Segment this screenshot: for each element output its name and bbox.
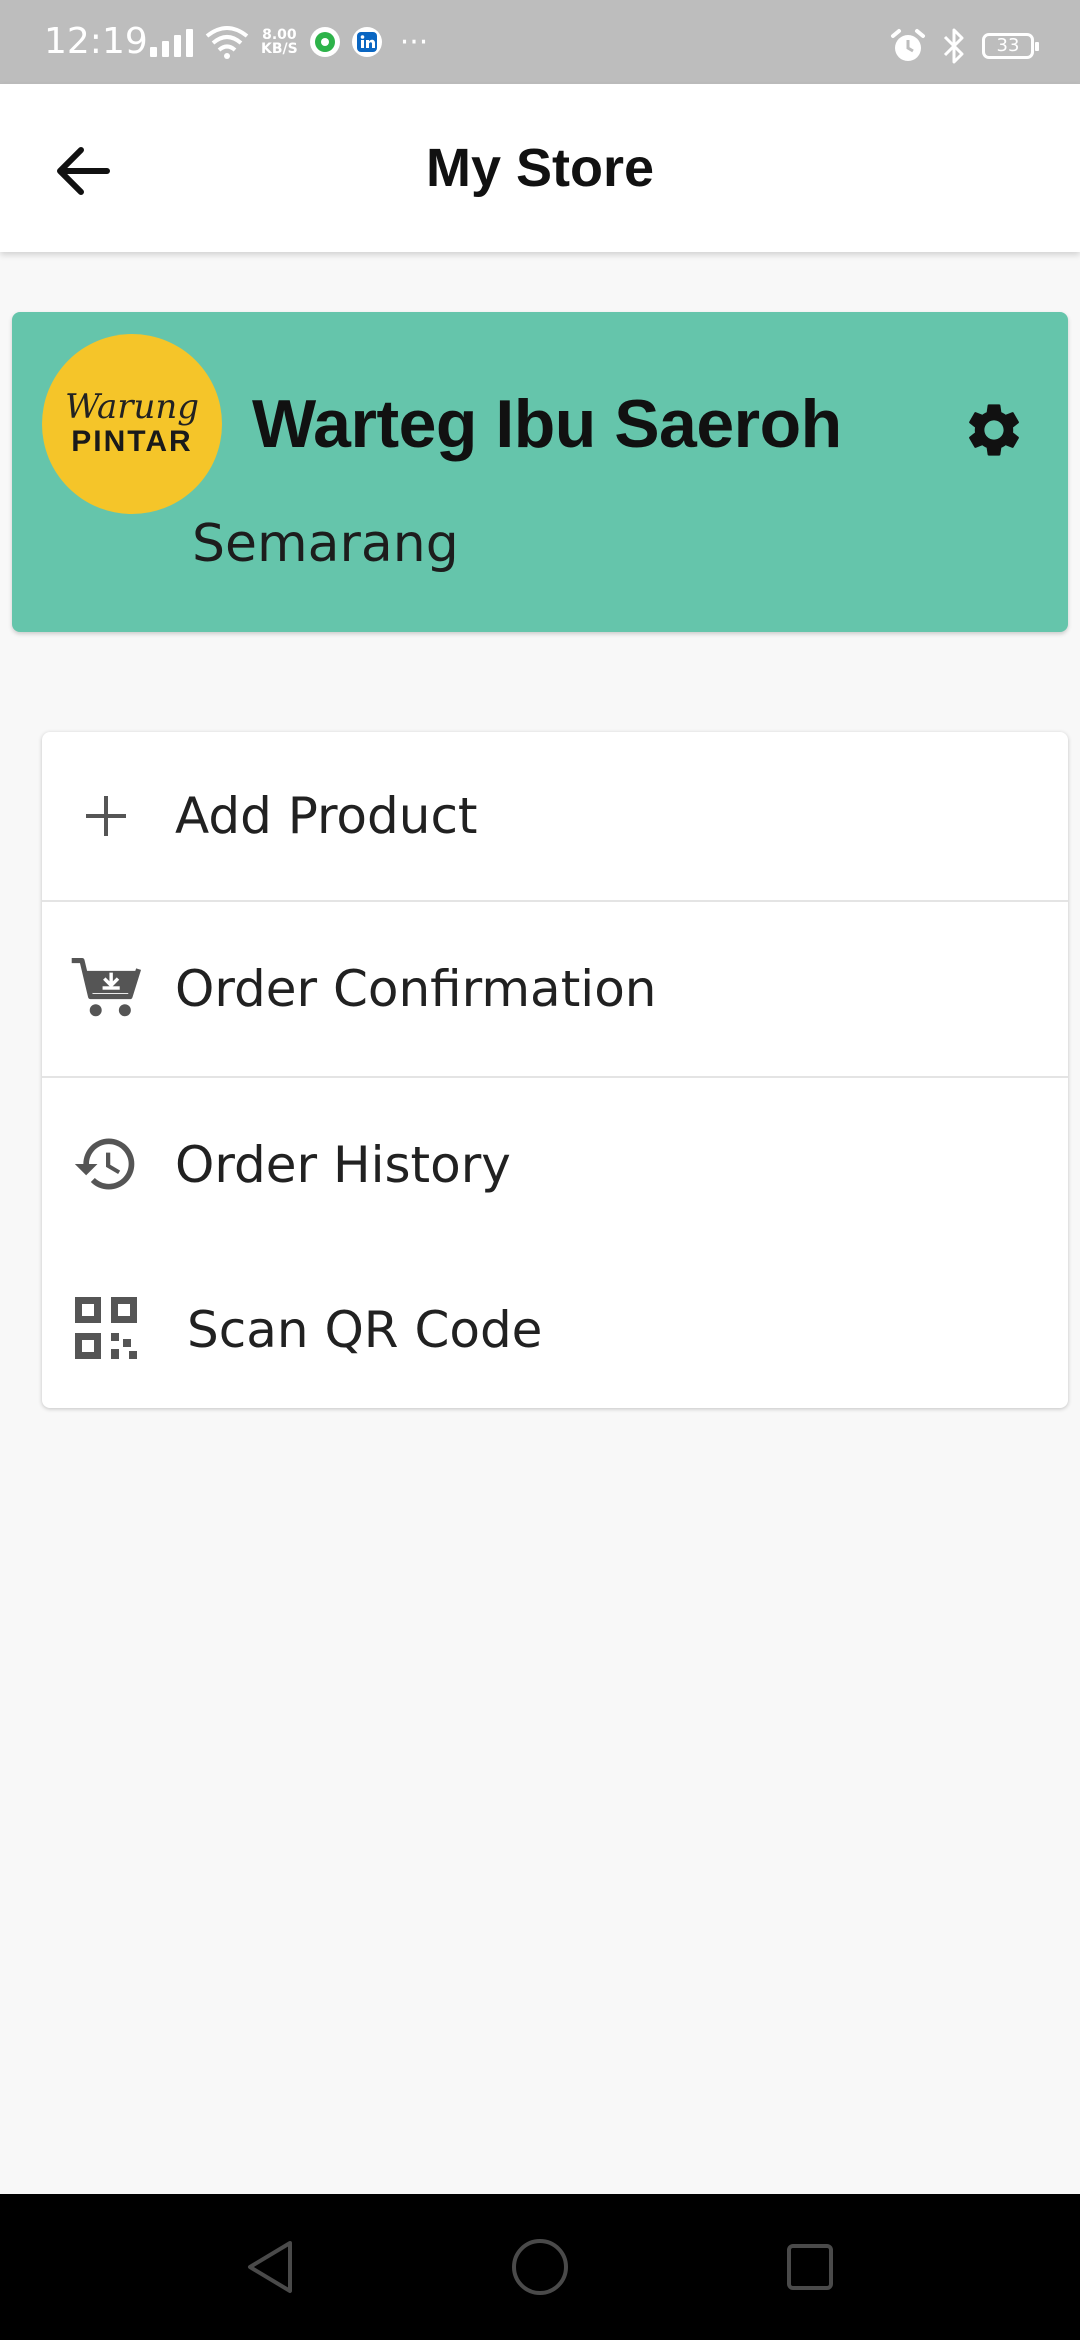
status-right-icons: 33 <box>890 28 1039 64</box>
gear-icon <box>969 404 1019 456</box>
menu-item-order-confirmation[interactable]: Order Confirmation <box>42 902 1068 1076</box>
app-bar: My Store <box>0 84 1080 252</box>
page-title: My Store <box>425 138 655 198</box>
home-circle-icon <box>512 2239 568 2295</box>
store-city: Semarang <box>192 514 459 574</box>
logo-script-text: Warung <box>64 387 200 427</box>
menu-item-label: Add Product <box>175 787 478 845</box>
store-card: Warung PINTAR Warteg Ibu Saeroh Semarang <box>12 312 1068 632</box>
store-menu: Add Product Order Confirmation Order His… <box>42 732 1068 1408</box>
signal-icon <box>150 27 193 57</box>
store-name: Warteg Ibu Saeroh <box>252 386 842 462</box>
system-navigation-bar <box>0 2194 1080 2340</box>
bluetooth-icon <box>943 28 964 64</box>
app-notification-icon <box>309 27 340 57</box>
menu-item-label: Order History <box>175 1136 511 1194</box>
nav-back-button[interactable] <box>240 2237 300 2297</box>
recents-square-icon <box>787 2244 833 2290</box>
plus-icon <box>70 780 142 852</box>
battery-icon: 33 <box>982 33 1039 59</box>
menu-item-label: Order Confirmation <box>175 960 657 1018</box>
speed-unit: KB/S <box>261 41 298 57</box>
logo-word-text: PINTAR <box>71 425 193 458</box>
history-icon <box>70 1128 142 1200</box>
speed-value: 8.00 <box>262 27 297 43</box>
cart-download-icon <box>70 952 142 1024</box>
nav-recents-button[interactable] <box>780 2237 840 2297</box>
menu-item-order-history[interactable]: Order History <box>42 1078 1068 1252</box>
wifi-icon <box>205 26 249 59</box>
status-bar: 12:19 8.00 KB/S ··· 33 <box>0 0 1080 84</box>
back-triangle-icon <box>248 2241 292 2293</box>
settings-button[interactable] <box>958 394 1030 466</box>
network-speed: 8.00 KB/S <box>261 28 298 56</box>
alarm-icon <box>891 29 925 61</box>
menu-item-scan-qr-code[interactable]: Scan QR Code <box>42 1252 1068 1408</box>
status-left-icons: 8.00 KB/S ··· <box>150 22 428 62</box>
qr-code-icon <box>70 1292 142 1364</box>
menu-item-add-product[interactable]: Add Product <box>42 732 1068 900</box>
linkedin-icon <box>351 27 382 57</box>
menu-item-label: Scan QR Code <box>187 1301 543 1359</box>
status-time: 12:19 <box>44 21 148 62</box>
store-logo: Warung PINTAR <box>42 334 222 514</box>
nav-home-button[interactable] <box>510 2237 570 2297</box>
more-notifications-icon: ··· <box>399 24 429 60</box>
